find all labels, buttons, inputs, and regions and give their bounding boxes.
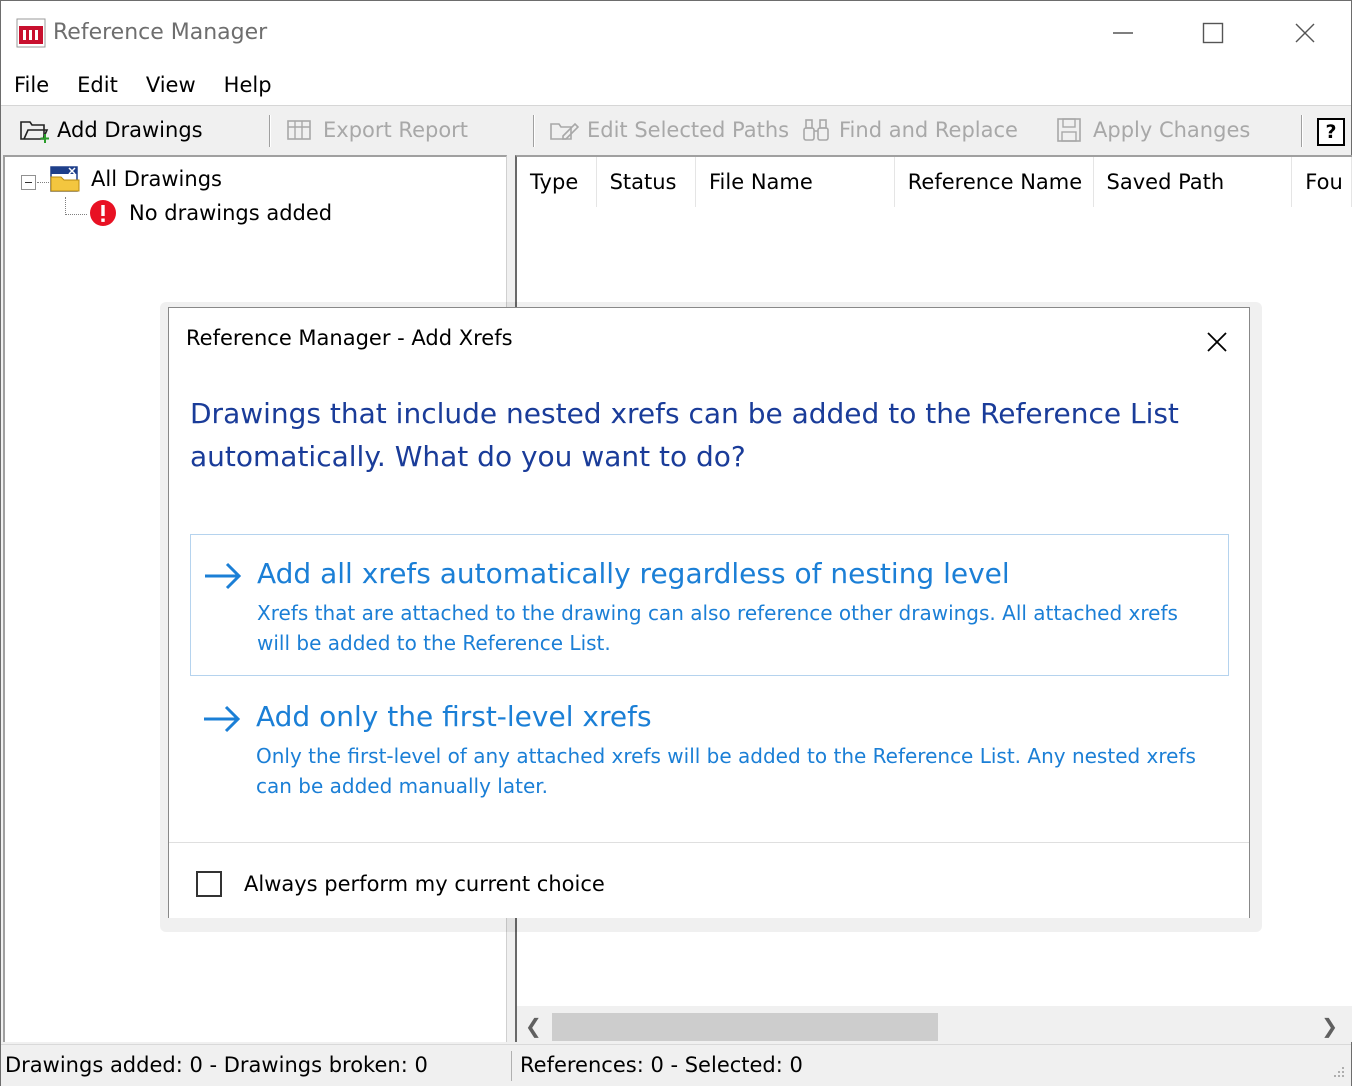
arrow-right-icon <box>205 562 242 590</box>
menu-file[interactable]: File <box>1 73 63 97</box>
minimize-button[interactable] <box>1077 1 1169 65</box>
maximize-icon <box>1202 22 1224 44</box>
menu-view[interactable]: View <box>132 73 210 97</box>
option-first-level-title: Add only the first-level xrefs <box>256 700 652 733</box>
toolbar-separator <box>533 115 535 147</box>
scrollbar-thumb[interactable] <box>552 1013 938 1041</box>
app-icon <box>16 18 46 48</box>
toolbar-separator <box>1301 115 1303 147</box>
tree-node-all-drawings[interactable]: All Drawings <box>49 163 222 195</box>
option-add-all-xrefs-title: Add all xrefs automatically regardless o… <box>257 557 1010 590</box>
edit-paths-icon <box>550 122 579 140</box>
column-header-found-path[interactable]: Fou <box>1292 157 1352 207</box>
minimize-icon <box>1113 32 1133 34</box>
column-header-reference-name[interactable]: Reference Name <box>895 157 1094 207</box>
find-and-replace-button[interactable]: Find and Replace <box>801 113 1018 147</box>
apply-changes-button[interactable]: Apply Changes <box>1055 113 1250 147</box>
column-header-status[interactable]: Status <box>597 157 696 207</box>
close-icon <box>1207 332 1227 352</box>
tree-connector <box>65 197 66 215</box>
scroll-left-icon[interactable]: ❮ <box>525 1014 542 1038</box>
menu-edit[interactable]: Edit <box>63 73 132 97</box>
maximize-button[interactable] <box>1167 1 1259 65</box>
toolbar-separator <box>269 115 271 147</box>
add-drawings-label: Add Drawings <box>57 118 203 142</box>
no-drawings-label: No drawings added <box>129 201 333 225</box>
edit-selected-paths-button[interactable]: Edit Selected Paths <box>549 113 789 147</box>
dialog-footer: Always perform my current choice <box>169 842 1249 918</box>
column-headers: Type Status File Name Reference Name Sav… <box>517 157 1352 207</box>
menu-help[interactable]: Help <box>210 73 286 97</box>
export-report-label: Export Report <box>323 118 469 142</box>
find-and-replace-label: Find and Replace <box>839 118 1018 142</box>
window-title: Reference Manager <box>53 20 268 45</box>
all-drawings-label: All Drawings <box>91 167 222 191</box>
status-divider <box>511 1051 512 1081</box>
tree-node-no-drawings[interactable]: No drawings added <box>89 199 332 227</box>
save-icon <box>1057 118 1081 142</box>
option-add-first-level-xrefs[interactable]: Add only the first-level xrefs Only the … <box>190 678 1229 820</box>
dialog-title: Reference Manager - Add Xrefs <box>186 326 513 350</box>
error-icon <box>90 200 116 226</box>
drawings-folder-icon <box>50 166 80 192</box>
add-xrefs-dialog: Reference Manager - Add Xrefs Drawings t… <box>168 307 1250 918</box>
close-button[interactable] <box>1259 1 1351 65</box>
option-first-level-description: Only the first-level of any attached xre… <box>256 744 1196 798</box>
drawings-status: Drawings added: 0 - Drawings broken: 0 <box>5 1053 428 1077</box>
dialog-instruction: Drawings that include nested xrefs can b… <box>190 397 1179 473</box>
column-header-file-name[interactable]: File Name <box>696 157 895 207</box>
add-drawings-icon <box>20 121 49 143</box>
help-button[interactable]: ? <box>1317 118 1345 146</box>
option-add-all-xrefs[interactable]: Add all xrefs automatically regardless o… <box>190 534 1229 676</box>
export-report-icon <box>287 120 311 140</box>
dialog-close-button[interactable] <box>1197 322 1237 362</box>
resize-grip-icon[interactable] <box>1329 1064 1345 1080</box>
export-report-button[interactable]: Export Report <box>285 113 468 147</box>
always-perform-label[interactable]: Always perform my current choice <box>244 872 605 896</box>
add-drawings-button[interactable]: Add Drawings <box>19 113 203 147</box>
references-status: References: 0 - Selected: 0 <box>520 1053 803 1077</box>
title-bar: Reference Manager <box>1 1 1351 65</box>
column-header-saved-path[interactable]: Saved Path <box>1094 157 1293 207</box>
menu-bar: File Edit View Help <box>1 65 1351 105</box>
status-bar: Drawings added: 0 - Drawings broken: 0 R… <box>1 1044 1351 1086</box>
always-perform-checkbox[interactable] <box>196 871 222 897</box>
scroll-right-icon[interactable]: ❯ <box>1321 1014 1338 1038</box>
column-header-type[interactable]: Type <box>517 157 597 207</box>
apply-changes-label: Apply Changes <box>1093 118 1251 142</box>
collapse-toggle[interactable] <box>21 175 36 190</box>
edit-selected-paths-label: Edit Selected Paths <box>587 118 790 142</box>
tree-connector <box>37 182 49 183</box>
binoculars-icon <box>803 119 829 141</box>
option-add-all-xrefs-description: Xrefs that are attached to the drawing c… <box>257 601 1178 655</box>
arrow-right-icon <box>204 705 241 733</box>
horizontal-scrollbar[interactable]: ❮ ❯ <box>517 1006 1352 1042</box>
tree-connector <box>65 214 87 215</box>
toolbar: Add Drawings Export Report Edit Selected… <box>1 105 1351 153</box>
close-icon <box>1295 23 1315 43</box>
